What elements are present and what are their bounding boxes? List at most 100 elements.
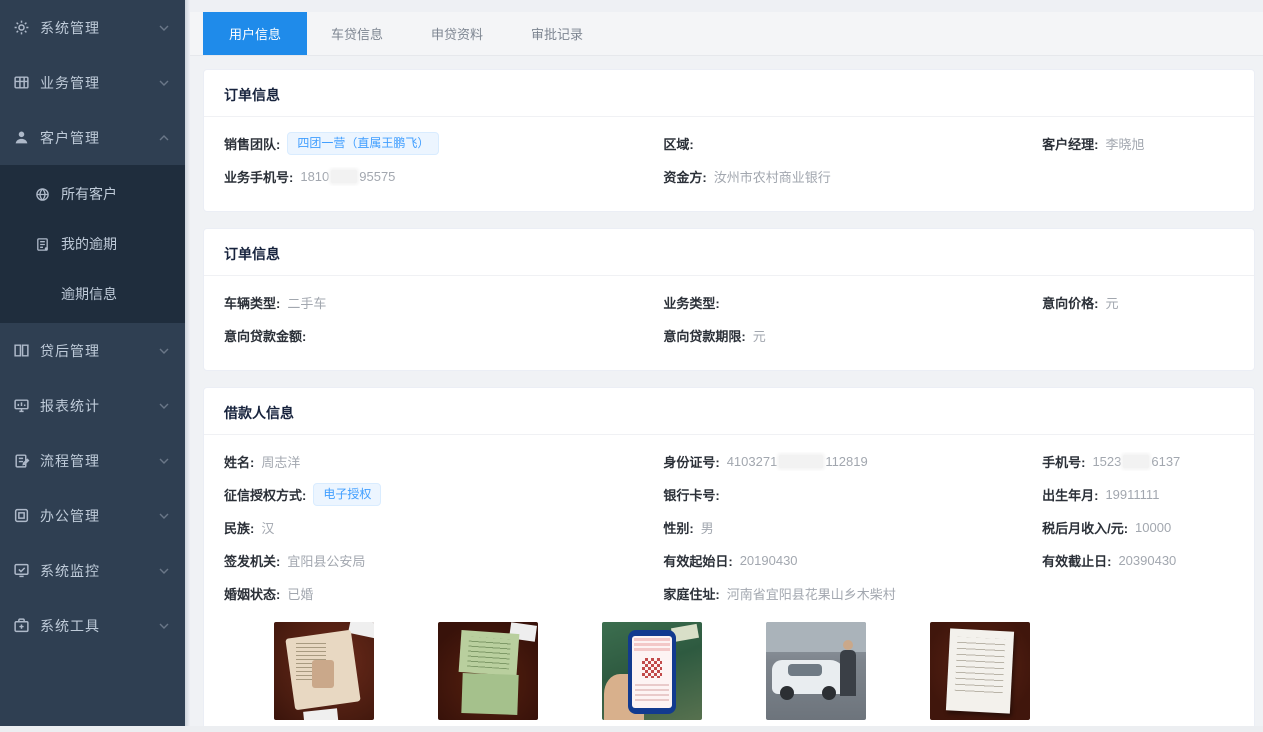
sidebar-item-overdue-info[interactable]: 逾期信息 [0,269,185,319]
address-value: 河南省宜阳县花果山乡木柴村 [727,584,896,603]
loan-term-value: 元 [753,326,766,345]
sidebar-item-report-stats[interactable]: 报表统计 [0,378,185,433]
sidebar-item-system-monitor[interactable]: 系统监控 [0,543,185,598]
redaction-blur [1123,455,1149,468]
redaction-blur [331,170,357,183]
chevron-down-icon [159,80,169,86]
biz-phone-value: 181095575 [300,169,395,184]
income-label: 税后月收入/元: [1042,518,1128,537]
workflow-icon [13,452,30,469]
card-title: 订单信息 [204,229,1254,275]
chevron-down-icon [159,403,169,409]
sidebar-item-system-mgmt[interactable]: 系统管理 [0,0,185,55]
globe-icon [35,186,51,202]
valid-from-label: 有效起始日: [663,551,732,570]
loan-amount-label: 意向贷款金额: [224,326,306,345]
phone-auth-photo[interactable] [602,622,702,720]
id-card-photo[interactable] [274,622,374,720]
sidebar-item-label: 客户管理 [40,128,159,148]
user-icon [13,129,30,146]
manager-value: 李晓旭 [1105,134,1144,153]
valid-from-value: 20190430 [740,553,798,568]
ethnicity-value: 汉 [261,518,274,537]
sidebar-item-label: 我的逾期 [61,234,117,254]
credit-booklet-photo[interactable] [438,622,538,720]
sidebar-item-workflow-mgmt[interactable]: 流程管理 [0,433,185,488]
manager-label: 客户经理: [1042,134,1098,153]
open-book-icon [13,342,30,359]
vehicle-type-label: 车辆类型: [224,293,280,312]
toolbox-icon [13,617,30,634]
sidebar-item-label: 系统管理 [40,18,159,38]
gender-label: 性别: [663,518,693,537]
name-label: 姓名: [224,452,254,471]
tab-car-loan-info[interactable]: 车贷信息 [307,12,407,55]
sidebar-item-postloan-mgmt[interactable]: 贷后管理 [0,323,185,378]
sales-team-label: 销售团队: [224,134,280,153]
borrower-info-card: 借款人信息 姓名: 周志洋 身份证号: 4103271112819 手机 [203,387,1255,732]
chevron-down-icon [159,348,169,354]
cards-area: 订单信息 销售团队: 四团一营（直属王鹏飞） 区域: 客户经理: [190,56,1263,732]
credit-auth-label: 征信授权方式: [224,485,306,504]
bank-card-label: 银行卡号: [663,485,719,504]
sidebar-item-label: 业务管理 [40,73,159,93]
issuer-label: 签发机关: [224,551,280,570]
order-info-card-1: 订单信息 销售团队: 四团一营（直属王鹏飞） 区域: 客户经理: [203,69,1255,212]
biz-type-label: 业务类型: [663,293,719,312]
customer-submenu: 所有客户 我的逾期 逾期信息 [0,165,185,323]
mobile-label: 手机号: [1042,452,1085,471]
funder-label: 资金方: [663,167,706,186]
sales-team-tag[interactable]: 四团一营（直属王鹏飞） [287,132,439,154]
birth-label: 出生年月: [1042,485,1098,504]
income-value: 10000 [1135,520,1171,535]
sidebar-item-business-mgmt[interactable]: 业务管理 [0,55,185,110]
sidebar-item-label: 系统工具 [40,616,159,636]
sidebar-item-my-overdue[interactable]: 我的逾期 [0,219,185,269]
sidebar: 系统管理 业务管理 客户管理 所有客户 [0,0,185,726]
birth-value: 19911111 [1105,487,1159,502]
order-info-card-2: 订单信息 车辆类型: 二手车 业务类型: 意向价格: [203,228,1255,371]
tab-approval-records[interactable]: 审批记录 [507,12,607,55]
intent-price-value: 元 [1105,293,1118,312]
ethnicity-label: 民族: [224,518,254,537]
sidebar-item-customer-mgmt[interactable]: 客户管理 [0,110,185,165]
sidebar-item-label: 系统监控 [40,561,159,581]
photo-gallery: 身份证 征信授权书 授权截图 [274,622,1234,732]
tab-user-info[interactable]: 用户信息 [203,12,307,55]
bottom-scrollbar-track[interactable] [0,726,1263,732]
gear-icon [13,19,30,36]
credit-auth-tag[interactable]: 电子授权 [313,483,381,505]
sidebar-item-label: 办公管理 [40,506,159,526]
id-number-label: 身份证号: [663,452,719,471]
id-number-value: 4103271112819 [727,454,868,469]
chevron-down-icon [159,25,169,31]
office-icon [13,507,30,524]
valid-to-value: 20390430 [1118,553,1176,568]
gender-value: 男 [701,518,714,537]
sidebar-item-label: 所有客户 [61,184,117,204]
sidebar-item-office-mgmt[interactable]: 办公管理 [0,488,185,543]
chevron-down-icon [159,458,169,464]
person-car-photo[interactable] [766,622,866,720]
loan-term-label: 意向贷款期限: [663,326,745,345]
tab-loan-application-docs[interactable]: 申贷资料 [407,12,507,55]
mobile-value: 15236137 [1092,454,1180,469]
monitor-check-icon [13,562,30,579]
sidebar-item-system-tools[interactable]: 系统工具 [0,598,185,653]
biz-phone-label: 业务手机号: [224,167,293,186]
top-strip [190,0,1263,12]
redaction-blur [779,455,823,468]
name-value: 周志洋 [261,452,300,471]
chevron-up-icon [159,135,169,141]
sidebar-item-label: 流程管理 [40,451,159,471]
marital-value: 已婚 [287,584,313,603]
tab-bar: 用户信息 车贷信息 申贷资料 审批记录 [190,12,1263,56]
report-monitor-icon [13,397,30,414]
document-photo[interactable] [930,622,1030,720]
sidebar-item-all-customers[interactable]: 所有客户 [0,169,185,219]
main-content: 用户信息 车贷信息 申贷资料 审批记录 订单信息 销售团队: 四团一营（直属王鹏… [190,0,1263,732]
vehicle-type-value: 二手车 [287,293,326,312]
card-title: 借款人信息 [204,388,1254,434]
page: 系统管理 业务管理 客户管理 所有客户 [0,0,1263,732]
valid-to-label: 有效截止日: [1042,551,1111,570]
